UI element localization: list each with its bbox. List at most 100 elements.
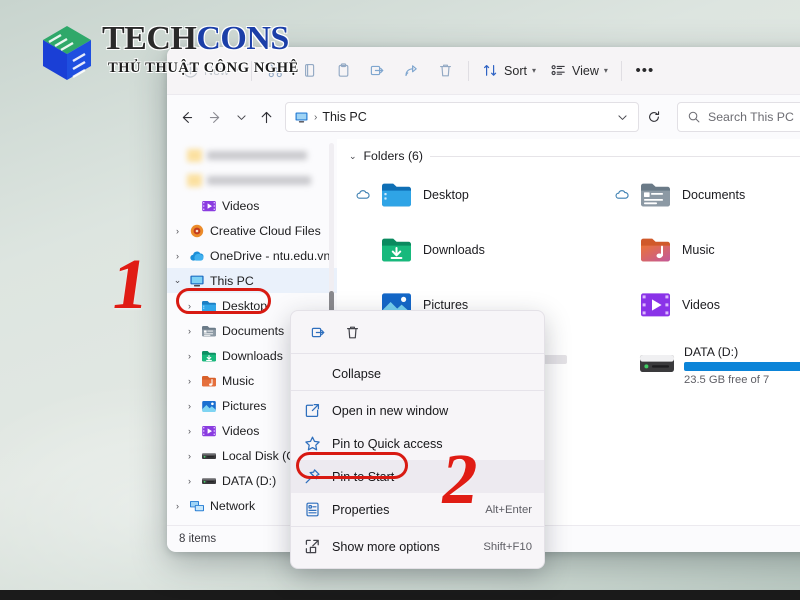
sidebar-item-label: OneDrive - ntu.edu.vn: [210, 248, 331, 263]
folders-group-header[interactable]: ⌄ Folders (6): [349, 149, 800, 163]
folder-item-videos[interactable]: Videos: [608, 277, 800, 332]
taskbar-strip: [0, 590, 800, 600]
delete-button[interactable]: [428, 55, 462, 87]
rename-icon: [311, 327, 324, 337]
new-button[interactable]: New ▾: [175, 55, 245, 87]
redacted-tree-row: [167, 168, 337, 193]
drive-usage-bar: [684, 361, 800, 371]
open-new-window-icon: [305, 403, 320, 418]
context-menu-item-collapse[interactable]: Collapse: [291, 357, 544, 390]
chevron-right-icon[interactable]: ›: [183, 449, 196, 462]
redacted-label: [207, 151, 307, 160]
search-input[interactable]: Search This PC: [708, 110, 794, 124]
sidebar-item-label: Network: [210, 498, 256, 513]
recent-locations-button[interactable]: [231, 104, 251, 131]
network-icon: [190, 500, 204, 511]
copy-button[interactable]: [292, 55, 326, 87]
context-menu-icon-row: [291, 315, 544, 353]
drive-item[interactable]: DATA (D:) 23.5 GB free of 7: [608, 334, 800, 396]
toolbar-divider-3: [620, 60, 622, 81]
trash-icon: [437, 62, 454, 79]
videos-folder-icon: [202, 200, 216, 211]
search-box[interactable]: Search This PC: [677, 102, 800, 132]
refresh-button[interactable]: [641, 104, 667, 130]
hard-drive-icon: [640, 355, 674, 372]
sidebar-item-label: Downloads: [222, 348, 283, 363]
context-delete-button[interactable]: [337, 318, 367, 346]
context-menu-item-properties[interactable]: Properties Alt+Enter: [291, 493, 544, 526]
context-menu-item-pin-to-start[interactable]: Pin to Start: [291, 460, 544, 493]
context-menu-item-accelerator: Alt+Enter: [485, 503, 532, 516]
context-menu: Collapse Open in new window Pin to Quick a…: [290, 310, 545, 569]
chevron-right-icon[interactable]: ›: [183, 299, 196, 312]
folder-item-downloads[interactable]: Downloads: [349, 222, 608, 277]
sort-button[interactable]: Sort ▾: [475, 55, 543, 87]
chevron-right-icon[interactable]: ›: [183, 324, 196, 337]
redacted-icon: [187, 149, 202, 162]
cloud-icon: [356, 189, 370, 199]
back-button[interactable]: [173, 104, 200, 131]
chevron-right-icon[interactable]: ›: [183, 399, 196, 412]
folder-item-documents[interactable]: Documents: [608, 167, 800, 222]
context-menu-items: Collapse Open in new window Pin to Quick a…: [291, 357, 544, 563]
chevron-down-icon: [236, 114, 246, 120]
sidebar-item-label: This PC: [210, 273, 254, 288]
sidebar-item-label: Documents: [222, 323, 285, 338]
path-dropdown-button[interactable]: [612, 104, 632, 131]
folder-item-label: Videos: [682, 297, 720, 312]
share-icon: [403, 62, 420, 79]
hard-drive-icon: [202, 477, 216, 484]
view-button-label: View: [571, 63, 599, 78]
chevron-right-icon[interactable]: ›: [183, 424, 196, 437]
view-button[interactable]: View ▾: [543, 55, 615, 87]
chevron-down-icon[interactable]: ⌄: [349, 151, 357, 162]
sidebar-item-this-pc[interactable]: ⌄ This PC: [167, 268, 337, 293]
folder-item-music[interactable]: Music: [608, 222, 800, 277]
chevron-right-icon[interactable]: ›: [183, 474, 196, 487]
chevron-right-icon[interactable]: ›: [171, 249, 184, 262]
share-button[interactable]: [394, 55, 428, 87]
context-menu-item-label: Properties: [332, 502, 390, 517]
folder-item-label: Downloads: [423, 242, 485, 257]
folder-item-label: Desktop: [423, 187, 469, 202]
context-menu-item-open-in-new-window[interactable]: Open in new window: [291, 394, 544, 427]
rename-button[interactable]: [360, 55, 394, 87]
videos-folder-icon: [202, 425, 216, 436]
breadcrumb-separator: ›: [314, 111, 318, 123]
chevron-down-icon: ▾: [531, 66, 536, 75]
paste-button[interactable]: [326, 55, 360, 87]
downloads-folder-icon: [382, 238, 411, 261]
forward-button[interactable]: [202, 104, 229, 131]
context-menu-divider: [291, 526, 544, 527]
redacted-icon: [187, 174, 202, 187]
new-button-label: New: [204, 63, 230, 78]
drive-name: DATA (D:): [684, 344, 739, 359]
rename-icon: [369, 62, 386, 79]
context-menu-item-pin-to-quick-access[interactable]: Pin to Quick access: [291, 427, 544, 460]
more-options-button[interactable]: •••: [628, 55, 662, 87]
sidebar-item-creative-cloud-files[interactable]: › Creative Cloud Files: [167, 218, 337, 243]
music-folder-icon: [641, 238, 670, 261]
chevron-right-icon[interactable]: ›: [183, 374, 196, 387]
folder-item-desktop[interactable]: Desktop: [349, 167, 608, 222]
this-pc-monitor-icon: [295, 111, 308, 122]
music-folder-icon: [202, 375, 216, 386]
pin-icon: [305, 469, 320, 484]
up-button[interactable]: [253, 104, 280, 131]
ellipsis-icon: •••: [635, 61, 655, 79]
context-menu-item-show-more-options[interactable]: Show more options Shift+F10: [291, 530, 544, 563]
context-rename-button[interactable]: [303, 318, 333, 346]
sort-button-label: Sort: [504, 63, 527, 78]
context-menu-item-label: Pin to Start: [332, 469, 395, 484]
address-path-box[interactable]: › This PC: [285, 102, 639, 132]
drive-info: DATA (D:) 23.5 GB free of 7: [684, 345, 800, 386]
sidebar-item-videos[interactable]: ›Videos: [167, 193, 337, 218]
sidebar-item-onedrive-ntu-edu-vn[interactable]: › OneDrive - ntu.edu.vn: [167, 243, 337, 268]
creative-cloud-icon: [190, 224, 204, 237]
chevron-right-icon[interactable]: ›: [171, 499, 184, 512]
plus-circle-icon: [182, 62, 199, 79]
chevron-right-icon[interactable]: ›: [183, 349, 196, 362]
cut-button[interactable]: [258, 55, 292, 87]
chevron-down-icon[interactable]: ⌄: [171, 274, 184, 287]
chevron-right-icon[interactable]: ›: [171, 224, 184, 237]
